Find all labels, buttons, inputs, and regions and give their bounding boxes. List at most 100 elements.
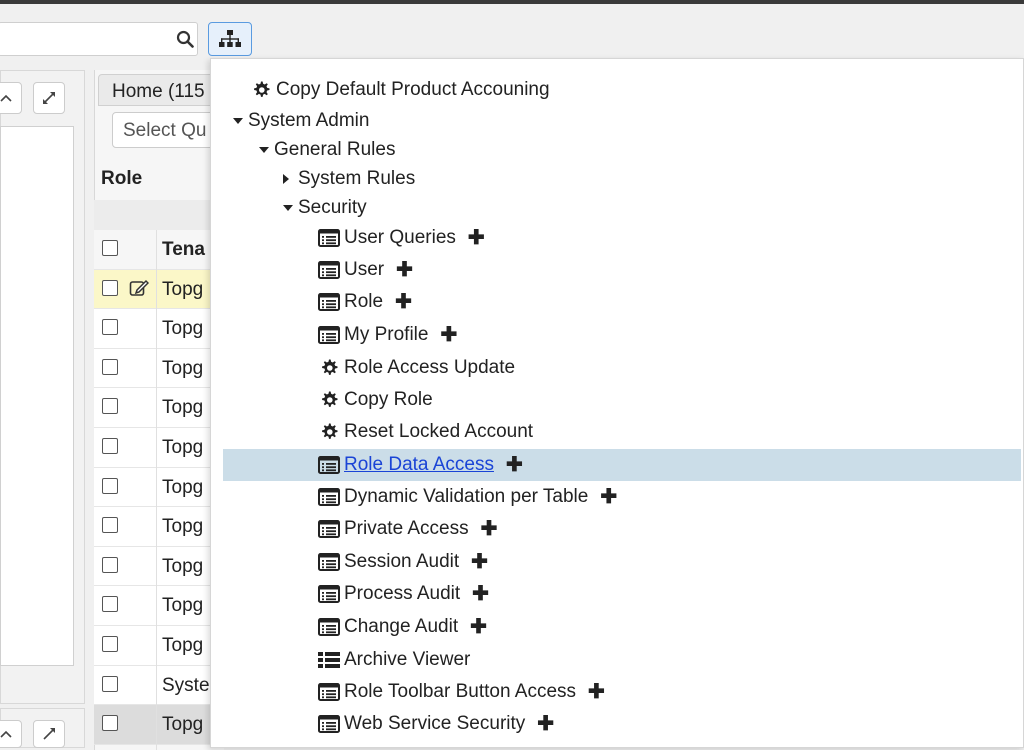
list-window-icon [318,617,340,637]
tree-item-role-toolbar-button-access[interactable]: Role Toolbar Button Access ✚ [318,678,605,706]
expand-button-lower[interactable] [33,720,65,748]
tree-item-role[interactable]: Role ✚ [318,288,412,316]
search-button[interactable] [168,22,202,56]
tree-item-label[interactable]: Role Data Access [344,454,494,476]
list-window-icon [318,714,340,734]
tree-item-label: Role Toolbar Button Access [344,681,577,702]
list-window-icon [318,487,340,507]
row-checkbox[interactable] [102,556,118,573]
tree-item-label: Copy Role [344,389,433,410]
add-new-plus-icon[interactable]: ✚ [395,292,412,312]
row-checkbox[interactable] [102,398,118,415]
data-table: Tena Topg Topg Topg Topg Topg Topg Topg Topg Top… [94,230,224,745]
tree-item-role-data-access[interactable]: Role Data Access ✚ [318,451,523,479]
tree-item-role-access-update[interactable]: Role Access Update [318,354,515,382]
row-checkbox[interactable] [102,477,118,494]
table-row[interactable]: Topg [94,467,224,508]
table-row[interactable]: Topg [94,348,224,389]
caret-down-icon[interactable] [282,204,296,212]
table-row[interactable]: Topg [94,586,224,626]
collapse-button-lower[interactable] [0,720,22,748]
table-row[interactable]: Topg [94,388,224,428]
panel-title: Role [101,168,143,189]
table-row[interactable]: Topg [94,269,224,310]
tree-item-label: Private Access [344,518,469,539]
tree-item-label: Copy Default Product Accouning [276,79,550,100]
caret-down-icon[interactable] [258,146,272,154]
add-new-plus-icon[interactable]: ✚ [440,325,457,345]
tree-item-copy-default-product-accouning[interactable]: Copy Default Product Accouning [250,76,550,104]
tree-item-private-access[interactable]: Private Access ✚ [318,515,497,543]
row-checkbox[interactable] [102,675,118,692]
tree-item-label: Dynamic Validation per Table [344,486,589,507]
expand-button[interactable] [33,82,65,114]
column-header-tenant[interactable]: Tena [162,239,205,261]
tree-item-web-service-security[interactable]: Web Service Security ✚ [318,710,554,738]
tree-item-security[interactable]: Security [282,194,367,222]
list-window-icon [318,552,340,572]
tree-item-session-audit[interactable]: Session Audit ✚ [318,548,488,576]
tree-item-archive-viewer[interactable]: Archive Viewer [318,646,470,674]
row-checkbox[interactable] [102,596,118,613]
row-checkbox[interactable] [102,279,118,296]
table-row[interactable]: Topg [94,309,224,349]
list-window-icon [318,325,340,345]
add-new-plus-icon[interactable]: ✚ [481,519,498,539]
add-new-plus-icon[interactable]: ✚ [468,228,485,248]
row-tenant-cell: Topg [162,436,204,458]
tree-item-change-audit[interactable]: Change Audit ✚ [318,613,487,641]
row-checkbox[interactable] [102,517,118,534]
tree-item-reset-locked-account[interactable]: Reset Locked Account [318,418,533,446]
tab-home[interactable]: Home (115 [98,74,222,106]
add-new-plus-icon[interactable]: ✚ [600,487,617,507]
row-checkbox[interactable] [102,358,118,375]
row-tenant-cell: Topg [162,516,204,538]
list-window-icon [318,682,340,702]
tree-item-system-admin[interactable]: System Admin [232,107,369,135]
add-new-plus-icon[interactable]: ✚ [471,552,488,572]
add-new-plus-icon[interactable]: ✚ [396,260,413,280]
table-row[interactable]: Topg [94,546,224,587]
caret-down-icon[interactable] [232,117,246,125]
tree-item-label: Change Audit [344,616,459,637]
tree-item-process-audit[interactable]: Process Audit ✚ [318,580,489,608]
add-new-plus-icon[interactable]: ✚ [472,584,489,604]
gear-icon [250,80,272,100]
tree-item-label: Process Audit [344,583,461,604]
caret-right-icon[interactable] [282,173,296,185]
tree-item-my-profile[interactable]: My Profile ✚ [318,321,457,349]
row-tenant-cell: Topg [162,476,204,498]
table-row[interactable]: Topg [94,427,224,468]
add-new-plus-icon[interactable]: ✚ [588,682,605,702]
tree-item-general-rules[interactable]: General Rules [258,136,395,164]
tree-item-label: Role [344,291,384,312]
tree-item-dynamic-validation-per-table[interactable]: Dynamic Validation per Table ✚ [318,483,617,511]
tree-item-label: System Rules [298,168,416,189]
edit-icon[interactable] [129,278,149,298]
tree-menu-button[interactable] [208,22,252,56]
sitemap-icon [219,30,241,47]
table-row[interactable]: Topg [94,625,224,666]
row-checkbox[interactable] [102,319,118,336]
table-row[interactable]: Topg [94,705,224,745]
tree-item-copy-role[interactable]: Copy Role [318,386,433,414]
row-tenant-cell: Syste [162,674,210,696]
expand-arrows-icon [43,92,55,104]
add-new-plus-icon[interactable]: ✚ [537,714,554,734]
select-all-checkbox[interactable] [102,240,118,256]
row-checkbox[interactable] [102,437,118,454]
add-new-plus-icon[interactable]: ✚ [470,617,487,637]
tree-item-label: Reset Locked Account [344,421,534,442]
tree-item-label: General Rules [274,139,396,160]
table-row[interactable]: Syste [94,665,224,706]
list-window-icon [318,455,340,475]
tree-item-system-rules[interactable]: System Rules [282,165,415,193]
add-new-plus-icon[interactable]: ✚ [506,455,523,475]
collapse-button[interactable] [0,82,22,114]
tree-item-user[interactable]: User ✚ [318,256,413,284]
tree-item-user-queries[interactable]: User Queries ✚ [318,224,485,252]
table-row[interactable]: Topg [94,507,224,547]
row-tenant-cell: Topg [162,357,204,379]
row-checkbox[interactable] [102,715,118,732]
row-checkbox[interactable] [102,635,118,652]
